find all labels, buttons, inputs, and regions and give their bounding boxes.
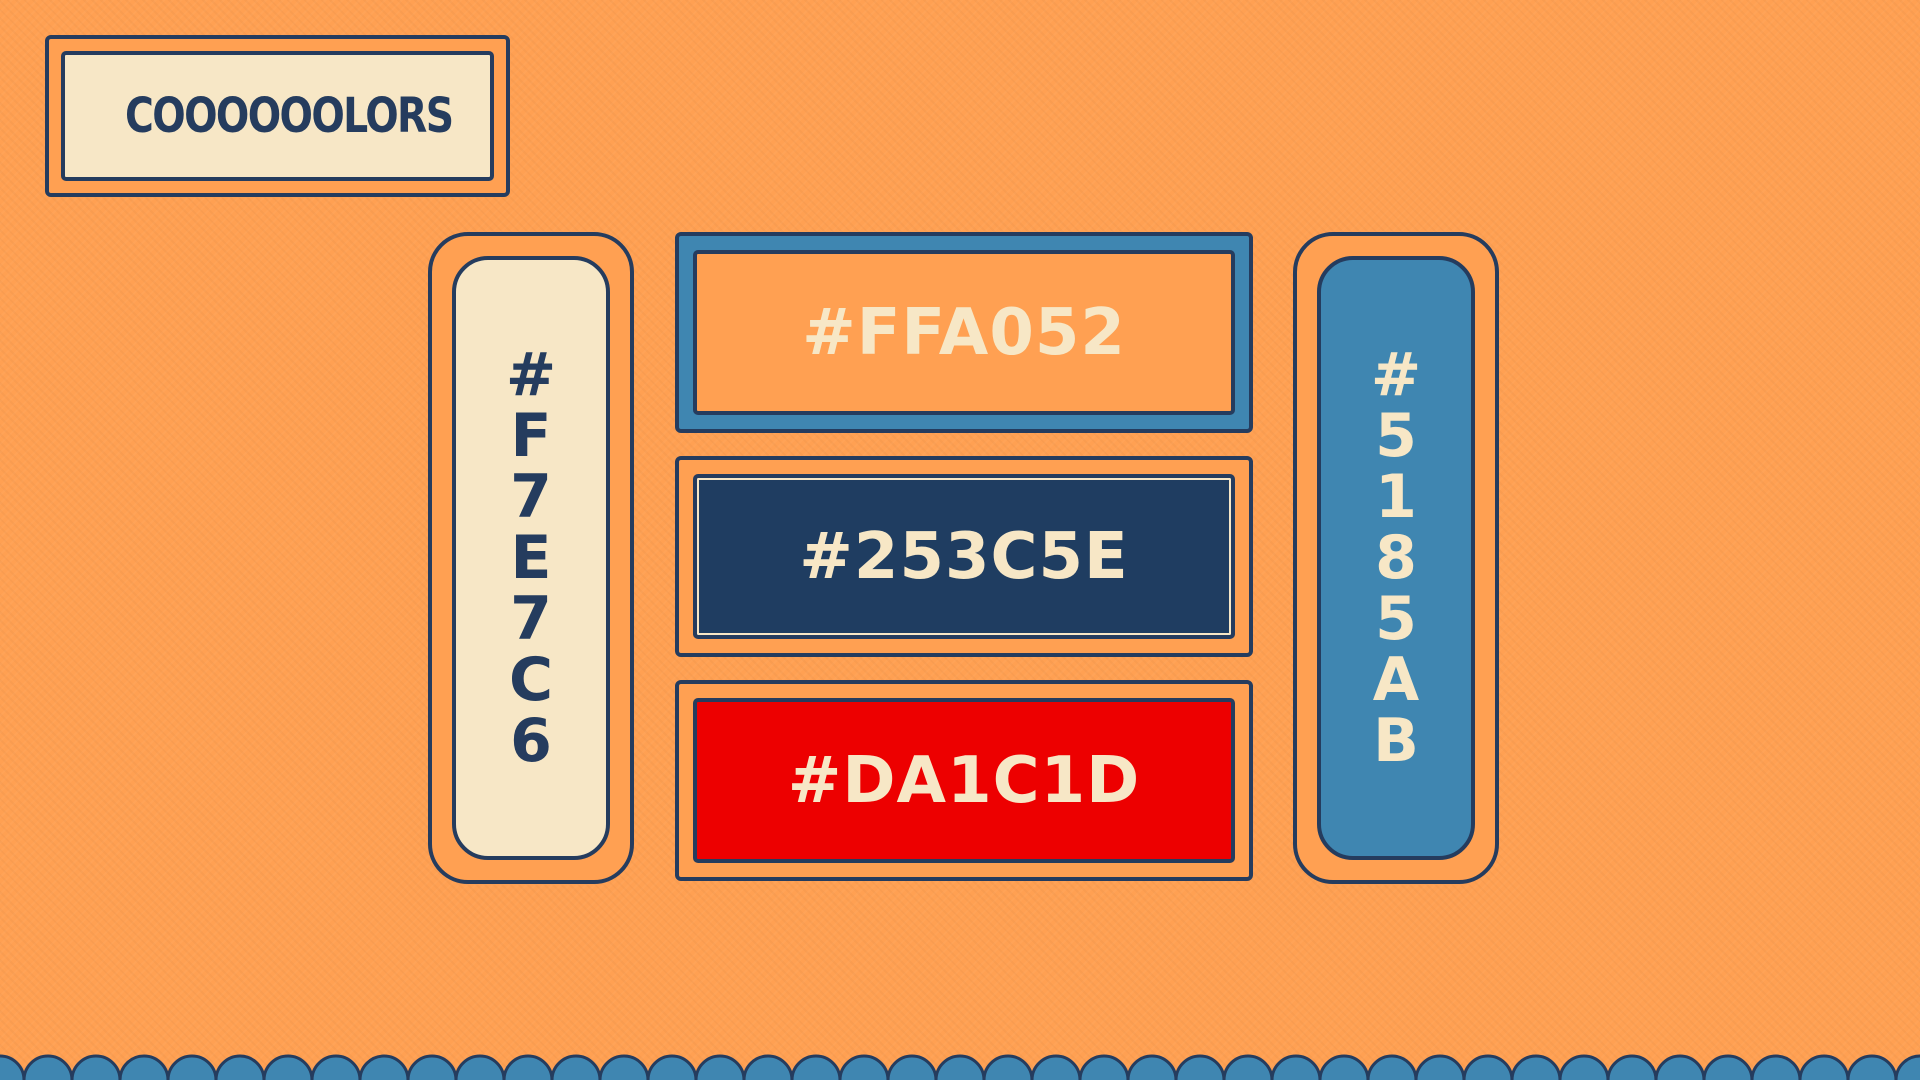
wave-scallop: [1318, 1054, 1370, 1080]
swatch-cream-char: E: [510, 522, 552, 593]
wave-scallop: [1750, 1054, 1802, 1080]
wave-scallop: [790, 1054, 842, 1080]
wave-scallop: [838, 1054, 890, 1080]
swatch-cream-char: #: [505, 339, 557, 410]
wave-scallop: [934, 1054, 986, 1080]
swatch-navy-label: #253C5E: [799, 519, 1129, 594]
wave-scallop: [1366, 1054, 1418, 1080]
swatch-blue-char: A: [1372, 644, 1420, 715]
wave-scallop: [1222, 1054, 1274, 1080]
wave-scallop: [0, 1054, 26, 1080]
swatch-blue-frame: #5 1 8 5 A B: [1293, 232, 1499, 884]
swatch-navy-frame: #253C5E: [675, 456, 1253, 657]
wave-scallop: [1654, 1054, 1706, 1080]
swatch-blue-char: 1: [1375, 461, 1417, 532]
wave-scallop: [1894, 1054, 1920, 1080]
swatch-navy: #253C5E: [693, 474, 1235, 639]
swatch-cream: # F 7 E 7 C 6: [452, 256, 610, 860]
page-title: COOOOOOLORS: [125, 88, 454, 144]
wave-scallop: [1846, 1054, 1898, 1080]
swatch-cream-char: 6: [510, 705, 552, 776]
wave-scallop: [1174, 1054, 1226, 1080]
swatch-cream-char: C: [508, 644, 554, 715]
wave-scallop: [1798, 1054, 1850, 1080]
wave-scallop: [166, 1054, 218, 1080]
swatch-blue-char: 5: [1375, 583, 1417, 654]
swatch-red: #DA1C1D: [693, 698, 1235, 863]
wave-scallop: [1702, 1054, 1754, 1080]
wave-scallop: [1414, 1054, 1466, 1080]
wave-scallop: [1606, 1054, 1658, 1080]
swatch-blue-char: 8: [1375, 522, 1417, 593]
swatch-orange-label: #FFA052: [802, 295, 1126, 370]
swatch-cream-char: 7: [510, 461, 552, 532]
swatch-cream-frame: # F 7 E 7 C 6: [428, 232, 634, 884]
title-frame: COOOOOOLORS: [45, 35, 510, 197]
wave-scallop: [550, 1054, 602, 1080]
title-panel: COOOOOOLORS: [61, 51, 494, 181]
wave-scallop: [694, 1054, 746, 1080]
wave-scallop: [502, 1054, 554, 1080]
wave-scallop: [982, 1054, 1034, 1080]
wave-scallop: [214, 1054, 266, 1080]
wave-scallop: [598, 1054, 650, 1080]
wave-scallop: [646, 1054, 698, 1080]
wave-scallop: [1510, 1054, 1562, 1080]
swatch-orange-frame: #FFA052: [675, 232, 1253, 433]
wave-scallop: [1558, 1054, 1610, 1080]
wave-border: [0, 1054, 1920, 1080]
swatch-cream-char: 7: [510, 583, 552, 654]
swatch-cream-char: F: [510, 400, 552, 471]
wave-scallop: [886, 1054, 938, 1080]
wave-scallop: [1078, 1054, 1130, 1080]
swatch-blue-char: #: [1370, 339, 1422, 410]
swatch-red-label: #DA1C1D: [787, 743, 1141, 818]
wave-scallop: [1126, 1054, 1178, 1080]
wave-scallop: [742, 1054, 794, 1080]
wave-scallop: [70, 1054, 122, 1080]
wave-scallop: [406, 1054, 458, 1080]
swatch-red-frame: #DA1C1D: [675, 680, 1253, 881]
wave-scallop: [262, 1054, 314, 1080]
wave-scallop: [454, 1054, 506, 1080]
wave-scallop: [22, 1054, 74, 1080]
wave-scallop: [1270, 1054, 1322, 1080]
wave-scallop: [358, 1054, 410, 1080]
swatch-blue-char: 5: [1375, 400, 1417, 471]
swatch-orange: #FFA052: [693, 250, 1235, 415]
swatch-blue-char: B: [1373, 705, 1419, 776]
wave-scallop: [1462, 1054, 1514, 1080]
wave-scallop: [118, 1054, 170, 1080]
wave-scallop: [310, 1054, 362, 1080]
swatch-blue: #5 1 8 5 A B: [1317, 256, 1475, 860]
wave-scallop: [1030, 1054, 1082, 1080]
